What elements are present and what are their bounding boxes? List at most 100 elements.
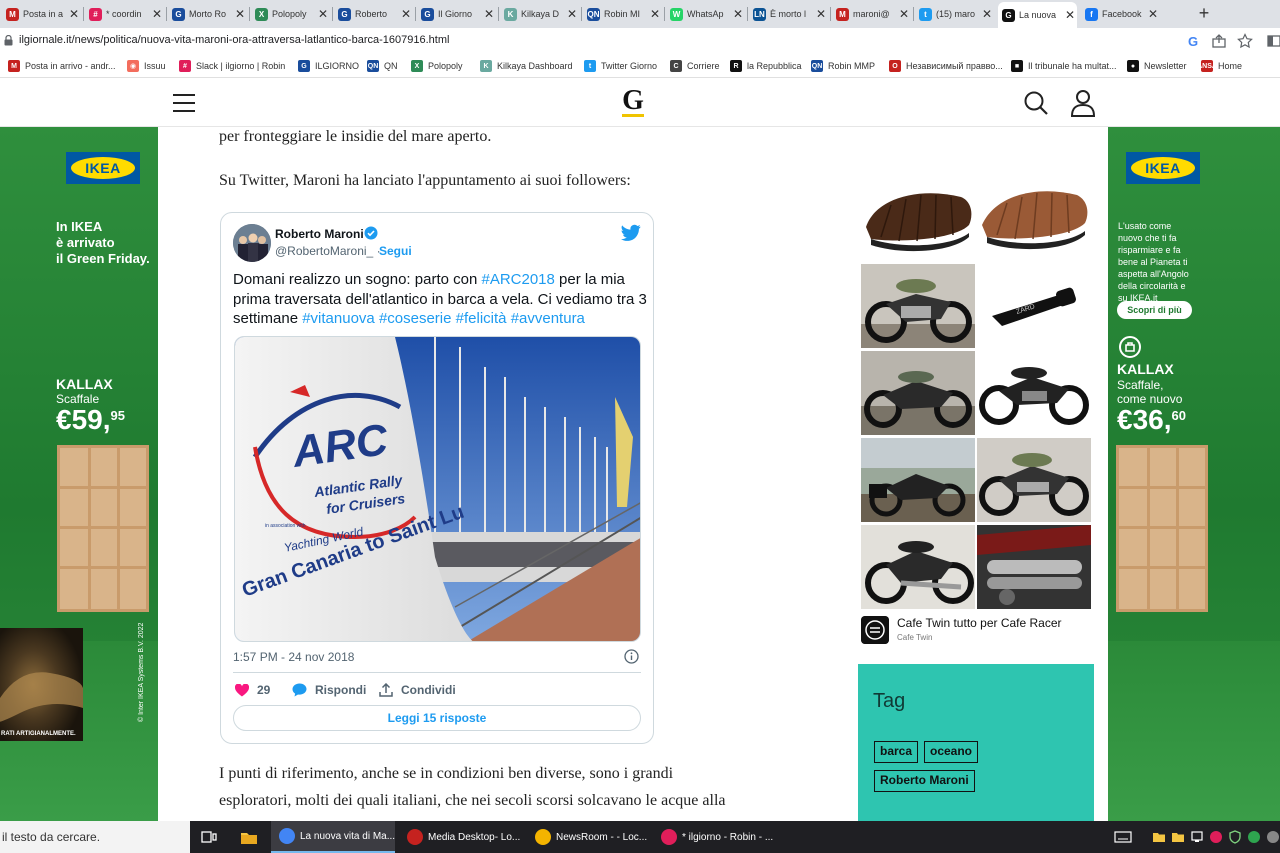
- ad-title[interactable]: Cafe Twin tutto per Cafe Racer: [897, 616, 1062, 630]
- task-view-icon[interactable]: [199, 827, 219, 847]
- like-button[interactable]: 29: [235, 682, 270, 698]
- tweet-handle[interactable]: @RobertoMaroni_ ·: [275, 244, 381, 258]
- taskbar-app-button[interactable]: * ilgiorno - Robin - ...: [653, 821, 777, 853]
- browser-tab[interactable]: G Il Giorno ✕: [417, 2, 496, 26]
- bookmark-item[interactable]: QN Robin MMP: [811, 58, 875, 74]
- bookmark-item[interactable]: ◉ Issuu: [127, 58, 166, 74]
- google-icon[interactable]: G: [1185, 33, 1201, 49]
- site-logo[interactable]: G: [620, 87, 646, 119]
- follow-button[interactable]: Segui: [379, 244, 412, 258]
- slack-tray-icon[interactable]: [1209, 830, 1223, 844]
- ad-product-image[interactable]: [977, 177, 1091, 261]
- taskbar-app-button[interactable]: La nuova vita di Ma...: [271, 821, 395, 853]
- tweet-author-name[interactable]: Roberto Maroni: [275, 227, 364, 241]
- ad-product-image[interactable]: [861, 438, 975, 522]
- close-icon[interactable]: ✕: [814, 7, 828, 21]
- close-icon[interactable]: ✕: [980, 7, 994, 21]
- search-icon[interactable]: [1022, 89, 1050, 117]
- browser-tab[interactable]: t (15) maro ✕: [915, 2, 994, 26]
- tag-link-roberto-maroni[interactable]: Roberto Maroni: [874, 770, 975, 792]
- bookmark-item[interactable]: ● Newsletter: [1127, 58, 1187, 74]
- ad-product-image[interactable]: [861, 525, 975, 609]
- browser-tab[interactable]: QN Robin MI ✕: [583, 2, 662, 26]
- tray-app-icon[interactable]: [1266, 830, 1280, 844]
- video-ad[interactable]: RATI ARTIGIANALMENTE.: [0, 628, 83, 741]
- lock-icon[interactable]: [4, 35, 13, 46]
- embedded-tweet[interactable]: Roberto Maroni @RobertoMaroni_ · Segui D…: [220, 212, 654, 744]
- info-icon[interactable]: [624, 649, 639, 664]
- ad-product-image[interactable]: [977, 525, 1091, 609]
- ikea-cta-button[interactable]: Scopri di più: [1117, 301, 1192, 319]
- keyboard-icon[interactable]: [1114, 830, 1132, 844]
- close-icon[interactable]: ✕: [316, 7, 330, 21]
- bookmark-item[interactable]: ANSA Home: [1197, 58, 1242, 74]
- bookmark-item[interactable]: # Slack | ilgiorno | Robin: [179, 58, 285, 74]
- close-icon[interactable]: ✕: [648, 7, 662, 21]
- bookmark-item[interactable]: K Kilkaya Dashboard: [480, 58, 573, 74]
- file-explorer-icon[interactable]: [239, 827, 259, 847]
- bookmark-item[interactable]: C Corriere: [670, 58, 720, 74]
- new-tab-button[interactable]: +: [1194, 3, 1214, 23]
- bookmark-item[interactable]: t Twitter Giorno: [584, 58, 657, 74]
- url-field[interactable]: ilgiornale.it/news/politica/nuova-vita-m…: [19, 34, 449, 46]
- ad-product-image[interactable]: ZARD: [977, 264, 1091, 348]
- ad-product-image[interactable]: [977, 438, 1091, 522]
- close-icon[interactable]: ✕: [67, 7, 81, 21]
- hashtag-link[interactable]: #coseserie: [379, 310, 452, 327]
- bookmark-item[interactable]: Rla Repubblica: [730, 58, 802, 74]
- hashtag-link[interactable]: #vitanuova: [302, 310, 375, 327]
- cafe-twin-logo-icon[interactable]: [861, 616, 889, 644]
- close-icon[interactable]: ✕: [897, 7, 911, 21]
- close-icon[interactable]: ✕: [565, 7, 579, 21]
- display-ad[interactable]: ▷ ✕ ZARD: [858, 176, 1094, 648]
- tweet-photo[interactable]: ARC Atlantic Rally for Cruisers in assoc…: [234, 336, 641, 642]
- browser-tab[interactable]: # * coordin ✕: [85, 2, 164, 26]
- browser-tab[interactable]: G Morto Ro ✕: [168, 2, 247, 26]
- bookmark-item[interactable]: M Posta in arrivo - andr...: [8, 58, 116, 74]
- close-icon[interactable]: ✕: [482, 7, 496, 21]
- tag-link-oceano[interactable]: oceano: [924, 741, 979, 763]
- browser-tab[interactable]: X Polopoly ✕: [251, 2, 330, 26]
- ad-advertiser[interactable]: Cafe Twin: [897, 633, 932, 642]
- taskbar-app-button[interactable]: NewsRoom - - Loc...: [527, 821, 651, 853]
- close-icon[interactable]: ✕: [1063, 8, 1077, 22]
- ikea-skin-right-ad[interactable]: IKEA L'usato come nuovo che ti fa risparmi…: [1108, 127, 1280, 821]
- hashtag-link[interactable]: #ARC2018: [481, 271, 554, 288]
- tweet-timestamp[interactable]: 1:57 PM - 24 nov 2018: [233, 650, 354, 664]
- browser-tab[interactable]: K Kilkaya D ✕: [500, 2, 579, 26]
- bookmark-item[interactable]: G ILGIORNO: [298, 58, 359, 74]
- twitter-bird-icon[interactable]: [621, 224, 641, 242]
- ad-product-image[interactable]: [977, 351, 1091, 435]
- reply-button[interactable]: Rispondi: [292, 682, 366, 698]
- folder-tray-icon[interactable]: [1152, 830, 1166, 844]
- close-icon[interactable]: ✕: [1146, 7, 1160, 21]
- bookmark-item[interactable]: X Polopoly: [411, 58, 463, 74]
- read-replies-button[interactable]: Leggi 15 risposte: [233, 705, 641, 731]
- close-icon[interactable]: ✕: [731, 7, 745, 21]
- ad-product-image[interactable]: [861, 351, 975, 435]
- bookmark-item[interactable]: O Независимый правво...: [889, 58, 1003, 74]
- share-button[interactable]: Condividi: [379, 682, 456, 698]
- browser-tab[interactable]: G La nuova ✕: [998, 2, 1077, 28]
- browser-tab[interactable]: M Posta in a ✕: [2, 2, 81, 26]
- close-icon[interactable]: ✕: [233, 7, 247, 21]
- browser-tab[interactable]: G Roberto ✕: [334, 2, 413, 26]
- browser-tab[interactable]: LN È morto l ✕: [749, 2, 828, 26]
- ad-product-image[interactable]: [861, 264, 975, 348]
- browser-tab[interactable]: W WhatsAp ✕: [666, 2, 745, 26]
- taskbar-search-input[interactable]: il testo da cercare.: [0, 821, 190, 853]
- bookmark-star-icon[interactable]: [1237, 33, 1253, 49]
- taskbar-app-button[interactable]: Media Desktop- Lo...: [399, 821, 523, 853]
- browser-tab[interactable]: Mmaroni@ ✕: [832, 2, 911, 26]
- avatar[interactable]: [233, 224, 271, 262]
- bookmark-item[interactable]: QN QN: [367, 58, 398, 74]
- user-icon[interactable]: [1070, 89, 1096, 117]
- ad-product-image[interactable]: [861, 177, 975, 261]
- network-tray-icon[interactable]: [1190, 830, 1204, 844]
- tray-app-icon[interactable]: [1247, 830, 1261, 844]
- sidebar-panel-icon[interactable]: [1266, 33, 1280, 49]
- hashtag-link[interactable]: #felicità: [456, 310, 507, 327]
- browser-tab[interactable]: f Facebook ✕: [1081, 2, 1160, 26]
- shield-icon[interactable]: [1228, 830, 1242, 844]
- folder-tray-icon[interactable]: [1171, 830, 1185, 844]
